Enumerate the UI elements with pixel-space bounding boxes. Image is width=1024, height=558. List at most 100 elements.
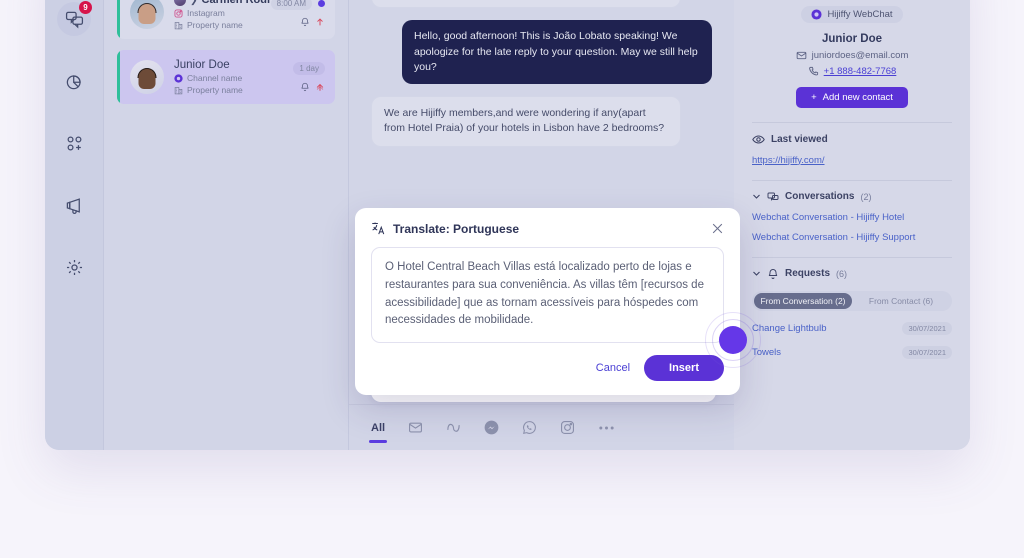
property-label: Property name [187,20,243,30]
request-row[interactable]: Change Lightbulb 30/07/2021 [752,321,952,335]
conversation-list[interactable]: Lorenzo Vargas Messenger Property name [104,0,349,450]
sidebar-item-settings[interactable] [57,250,91,284]
messenger-icon [484,420,499,435]
requests-tab-group[interactable]: From Conversation (2) From Contact (6) [752,290,952,311]
channel-filter-all[interactable]: All [368,422,388,443]
bell-icon[interactable] [300,17,310,27]
channel-filter-sms[interactable] [446,420,461,435]
sidebar-item-campaigns[interactable] [57,188,91,222]
cancel-button[interactable]: Cancel [596,362,630,374]
phone-icon [808,66,819,77]
channel-filter-email[interactable] [408,420,423,435]
contact-phone-row[interactable]: +1 888-482-7768 [752,66,952,77]
list-item[interactable]: ❯ Carmen Rodrigues Instagram Property [117,0,335,39]
chevron-right-icon: ❯ [190,0,198,6]
contact-email-row[interactable]: juniordoes@email.com [752,50,952,61]
modal-title-group: Translate: Portuguese [371,221,519,236]
last-viewed-header: Last viewed [752,133,952,146]
megaphone-icon [65,196,84,215]
requests-label: Requests [785,268,831,279]
last-viewed-url-text: https://hijiffy.com/ [752,154,825,166]
conversations-header[interactable]: Conversations (2) [752,191,952,203]
contact-name: Junior Doe [821,32,883,45]
avatar [130,0,164,29]
envelope-icon [796,50,807,61]
sidebar-item-conversations[interactable]: 9 [57,1,92,36]
avatar [130,60,164,94]
cursor-pointer [719,326,747,354]
list-item[interactable]: Junior Doe Channel name Property name 1 … [117,50,335,104]
priority-arrow-icon [315,82,325,92]
translated-text: O Hotel Central Beach Villas está locali… [371,247,724,343]
channel-filter-bar[interactable]: All [349,404,734,450]
sidebar-item-analytics[interactable] [57,64,91,98]
envelope-icon [408,420,423,435]
list-item-channel: Channel name [174,73,279,83]
screen: 9 Carmen Rodrigues Instagram Property na… [0,0,1024,558]
channel-label: Instagram [187,8,225,18]
webchat-icon [811,8,822,20]
pie-chart-icon [65,72,84,91]
tab-from-contact[interactable]: From Contact (6) [852,293,950,309]
channel-filter-whatsapp[interactable] [522,420,537,435]
unread-stripe [117,50,120,104]
divider [752,256,952,258]
list-item-meta: 8:00 AM [267,0,325,27]
modal-actions: Cancel Insert [371,355,724,381]
priority-arrow-icon [315,17,325,27]
bell-icon[interactable] [300,82,310,92]
message-row: Apart from Hotel Praia,which of your hot… [371,0,712,20]
last-viewed-url[interactable]: https://hijiffy.com/ [752,155,952,166]
instagram-icon [174,8,183,18]
bell-icon [767,268,779,280]
conversation-link-text: Webchat Conversation - Hijiffy Support [752,231,916,243]
contact-channel-row: Hijiffy WebChat [752,5,952,25]
sidebar-item-contacts[interactable] [57,126,91,160]
message-bubble-incoming: We are Hijiffy members,and were wonderin… [371,96,681,147]
squiggle-icon [446,420,461,435]
conversations-icon [767,191,779,203]
channel-label: Channel name [187,73,243,83]
plus-icon: + [811,91,817,103]
request-name: Change Lightbulb [752,322,827,334]
requests-count: (6) [836,268,848,279]
list-item-body: Junior Doe Channel name Property name [174,59,279,95]
chevron-down-icon [752,192,761,201]
chevron-down-icon [752,269,761,278]
divider [752,121,952,123]
message-bubble-incoming: Apart from Hotel Praia,which of your hot… [371,0,681,9]
building-icon [174,86,183,95]
conversation-link-text: Webchat Conversation - Hijiffy Hotel [752,211,905,223]
tab-from-conversation[interactable]: From Conversation (2) [754,292,852,309]
message-row: We are Hijiffy members,and were wonderin… [371,96,712,158]
timestamp: 1 day [293,62,325,75]
divider [752,179,952,181]
instagram-icon [560,420,575,435]
translate-icon [371,221,386,236]
conversation-link[interactable]: Webchat Conversation - Hijiffy Support [752,232,952,243]
property-label: Property name [187,85,243,95]
channel-filter-instagram[interactable] [560,420,575,435]
gear-icon [65,258,84,277]
unread-stripe [117,0,120,39]
contact-phone[interactable]: +1 888-482-7768 [824,66,897,77]
message-row: Hello, good afternoon! This is João Loba… [371,20,712,96]
conversation-link[interactable]: Webchat Conversation - Hijiffy Hotel [752,212,952,223]
list-item-property: Property name [174,20,257,30]
conversations-count: (2) [860,191,872,202]
agent-avatar [174,0,186,6]
channel-filter-messenger[interactable] [484,420,499,435]
unread-dot [318,0,325,7]
request-row[interactable]: Towels 30/07/2021 [752,345,952,359]
add-new-contact-label: Add new contact [822,91,893,103]
last-viewed-label: Last viewed [771,133,828,145]
add-new-contact-button[interactable]: + Add new contact [796,86,908,108]
timestamp: 8:00 AM [270,0,312,10]
unread-badge: 9 [79,1,92,14]
contact-email: juniordoes@email.com [811,49,909,61]
channel-filter-more[interactable] [598,423,615,433]
close-icon[interactable] [711,222,724,235]
list-item-meta: 1 day [289,62,325,92]
requests-header[interactable]: Requests (6) [752,268,952,280]
contact-details-panel: Hijiffy Hotels & Resorts Hijiffy WebChat… [734,0,970,450]
